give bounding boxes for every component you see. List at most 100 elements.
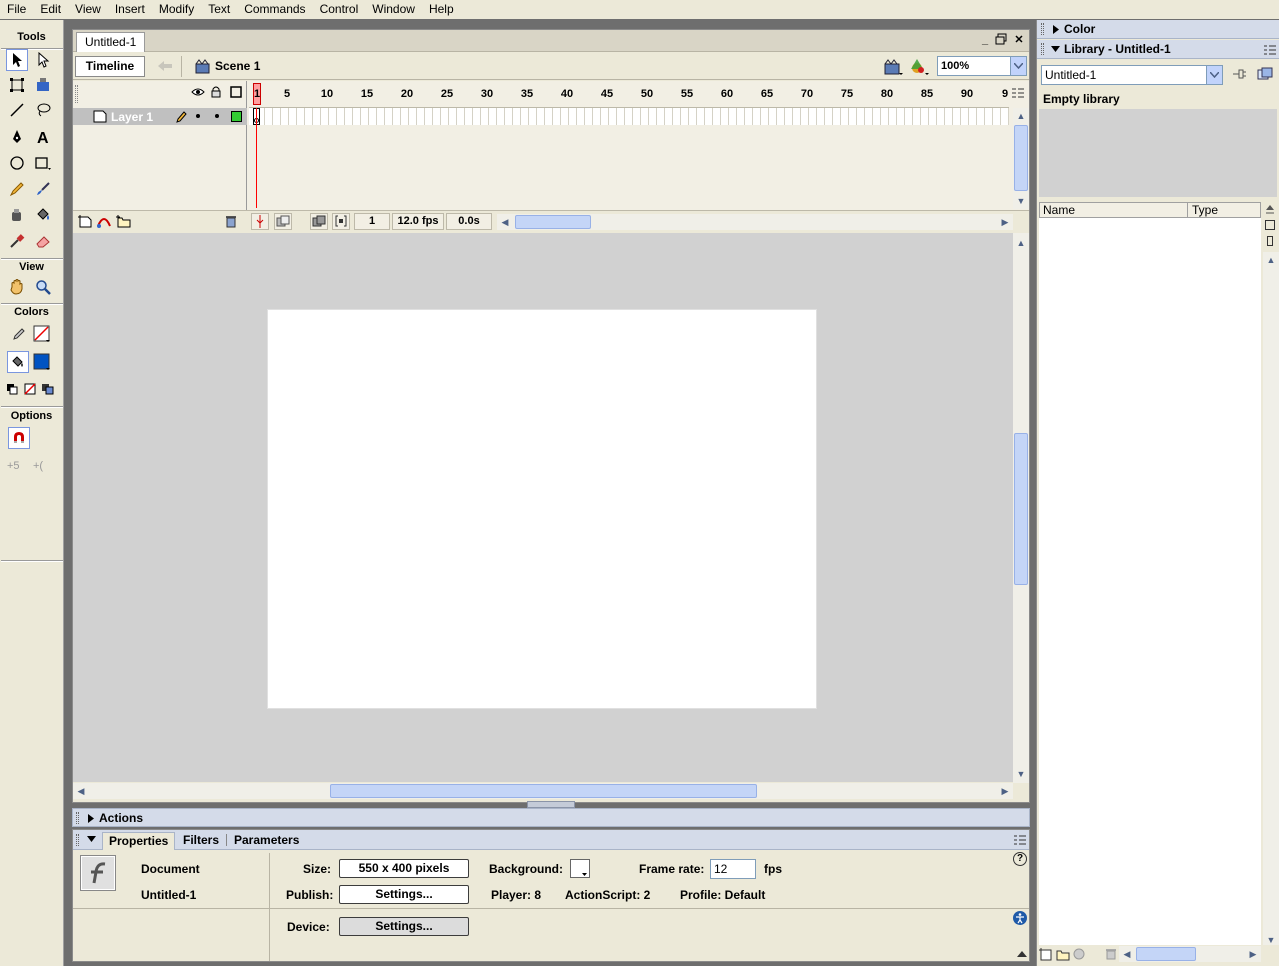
back-arrow-icon[interactable] (157, 60, 173, 72)
device-settings-button[interactable]: Settings... (339, 917, 469, 936)
onion-skin-icon[interactable] (274, 213, 292, 230)
free-transform-tool-icon[interactable] (6, 74, 28, 96)
frame-row[interactable] (249, 108, 1009, 125)
properties-icon[interactable] (1073, 948, 1085, 960)
wide-state-icon[interactable] (1265, 220, 1275, 230)
accessibility-icon[interactable] (1013, 911, 1027, 925)
tab-properties[interactable]: Properties (102, 832, 176, 850)
scroll-down-icon[interactable]: ▼ (1013, 766, 1029, 782)
help-icon[interactable]: ? (1013, 852, 1027, 866)
gripper[interactable] (75, 85, 78, 103)
restore-icon[interactable] (995, 33, 1009, 47)
scroll-thumb[interactable] (330, 784, 757, 798)
zoom-dropdown[interactable]: 100% (937, 56, 1027, 76)
library-item-list[interactable] (1039, 218, 1261, 948)
outline-icon[interactable] (230, 86, 242, 98)
visibility-dot[interactable] (196, 114, 200, 118)
collapse-arrow-icon[interactable] (87, 836, 96, 842)
show-hide-eye-icon[interactable] (191, 87, 205, 97)
modify-onion-markers-icon[interactable] (332, 213, 350, 230)
pin-library-icon[interactable] (1231, 67, 1247, 81)
library-document-select[interactable]: Untitled-1 (1041, 65, 1223, 85)
fill-color-swatch[interactable] (31, 351, 53, 373)
timeline-horizontal-scrollbar[interactable]: ◀ ▶ (497, 214, 1013, 230)
paint-bucket-tool-icon[interactable] (32, 204, 54, 226)
menu-window[interactable]: Window (365, 0, 422, 19)
menu-edit[interactable]: Edit (33, 0, 68, 19)
scroll-left-icon[interactable]: ◀ (497, 214, 513, 230)
scroll-thumb[interactable] (1136, 947, 1196, 961)
lock-dot[interactable] (215, 114, 219, 118)
scroll-up-icon[interactable]: ▲ (1013, 108, 1029, 124)
lasso-tool-icon[interactable] (32, 99, 54, 121)
insert-folder-icon[interactable] (116, 214, 132, 228)
scroll-right-icon[interactable]: ▶ (997, 783, 1013, 799)
new-folder-icon[interactable] (1055, 947, 1071, 961)
new-symbol-icon[interactable] (1039, 947, 1053, 961)
current-frame-field[interactable]: 1 (354, 213, 390, 230)
close-icon[interactable]: ✕ (1012, 33, 1026, 47)
library-panel-header[interactable]: Library - Untitled-1 (1037, 40, 1279, 59)
no-color-icon[interactable] (22, 378, 38, 400)
line-tool-icon[interactable] (6, 99, 28, 121)
panel-options-menu-icon[interactable] (1013, 834, 1027, 846)
edit-scene-icon[interactable] (883, 57, 905, 77)
menu-file[interactable]: File (0, 0, 33, 19)
tab-parameters[interactable]: Parameters (234, 832, 299, 850)
scroll-left-icon[interactable]: ◀ (73, 783, 89, 799)
timeline-vertical-scrollbar[interactable]: ▲ ▼ (1013, 108, 1029, 209)
library-vertical-scrollbar[interactable]: ▲ ▼ (1263, 252, 1279, 948)
scroll-thumb[interactable] (1014, 125, 1028, 191)
menu-text[interactable]: Text (201, 0, 237, 19)
stage-vertical-scrollbar[interactable]: ▲ ▼ (1013, 233, 1029, 783)
scroll-right-icon[interactable]: ▶ (1245, 946, 1261, 962)
tab-filters[interactable]: Filters (183, 832, 219, 850)
gripper[interactable] (76, 834, 79, 846)
frame-rate-input[interactable]: 12 (710, 859, 756, 879)
library-options-menu-icon[interactable] (1263, 44, 1277, 56)
stroke-color-swatch[interactable] (31, 323, 53, 345)
panel-collapse-handle[interactable] (527, 801, 575, 808)
menu-commands[interactable]: Commands (237, 0, 312, 19)
edit-multiple-frames-icon[interactable] (310, 213, 328, 230)
eraser-tool-icon[interactable] (32, 230, 54, 252)
snap-magnet-icon[interactable] (8, 427, 30, 449)
scroll-left-icon[interactable]: ◀ (1119, 946, 1135, 962)
trash-icon[interactable] (225, 214, 237, 228)
background-color-swatch[interactable] (570, 859, 590, 878)
stage-canvas[interactable] (267, 309, 817, 709)
size-button[interactable]: 550 x 400 pixels (339, 859, 469, 878)
gradient-transform-tool-icon[interactable] (32, 74, 54, 96)
layer-row[interactable]: Layer 1 (73, 108, 247, 125)
black-white-icon[interactable] (4, 378, 20, 400)
selection-tool-icon[interactable] (6, 49, 28, 71)
swap-colors-icon[interactable] (40, 378, 56, 400)
ink-bottle-tool-icon[interactable] (6, 204, 28, 226)
scroll-up-icon[interactable]: ▲ (1013, 235, 1029, 251)
center-frame-icon[interactable] (251, 213, 269, 230)
gripper[interactable] (1041, 23, 1044, 35)
actions-panel-header[interactable]: Actions (72, 808, 1030, 827)
library-horizontal-scrollbar[interactable]: ◀ ▶ (1119, 946, 1261, 962)
gripper[interactable] (76, 812, 79, 824)
fill-color-bucket-icon[interactable] (7, 351, 29, 373)
zoom-tool-icon[interactable] (32, 276, 54, 298)
scroll-down-icon[interactable]: ▼ (1013, 193, 1029, 209)
insert-layer-icon[interactable] (78, 214, 92, 228)
minimize-icon[interactable]: _ (978, 33, 992, 47)
rectangle-tool-icon[interactable] (32, 152, 54, 174)
eyedropper-tool-icon[interactable] (6, 230, 28, 252)
pencil-tool-icon[interactable] (6, 178, 28, 200)
menu-insert[interactable]: Insert (108, 0, 152, 19)
stage-horizontal-scrollbar[interactable]: ◀ ▶ (73, 783, 1013, 799)
menu-modify[interactable]: Modify (152, 0, 201, 19)
oval-tool-icon[interactable] (6, 152, 28, 174)
delete-icon[interactable] (1105, 948, 1117, 960)
hand-tool-icon[interactable] (6, 276, 28, 298)
new-library-panel-icon[interactable] (1257, 67, 1273, 81)
sort-order-icon[interactable] (1264, 202, 1276, 216)
gripper[interactable] (1041, 43, 1044, 55)
outline-color-swatch[interactable] (231, 111, 242, 122)
timeline-options-menu-icon[interactable] (1011, 87, 1025, 99)
subselection-tool-icon[interactable] (32, 49, 54, 71)
